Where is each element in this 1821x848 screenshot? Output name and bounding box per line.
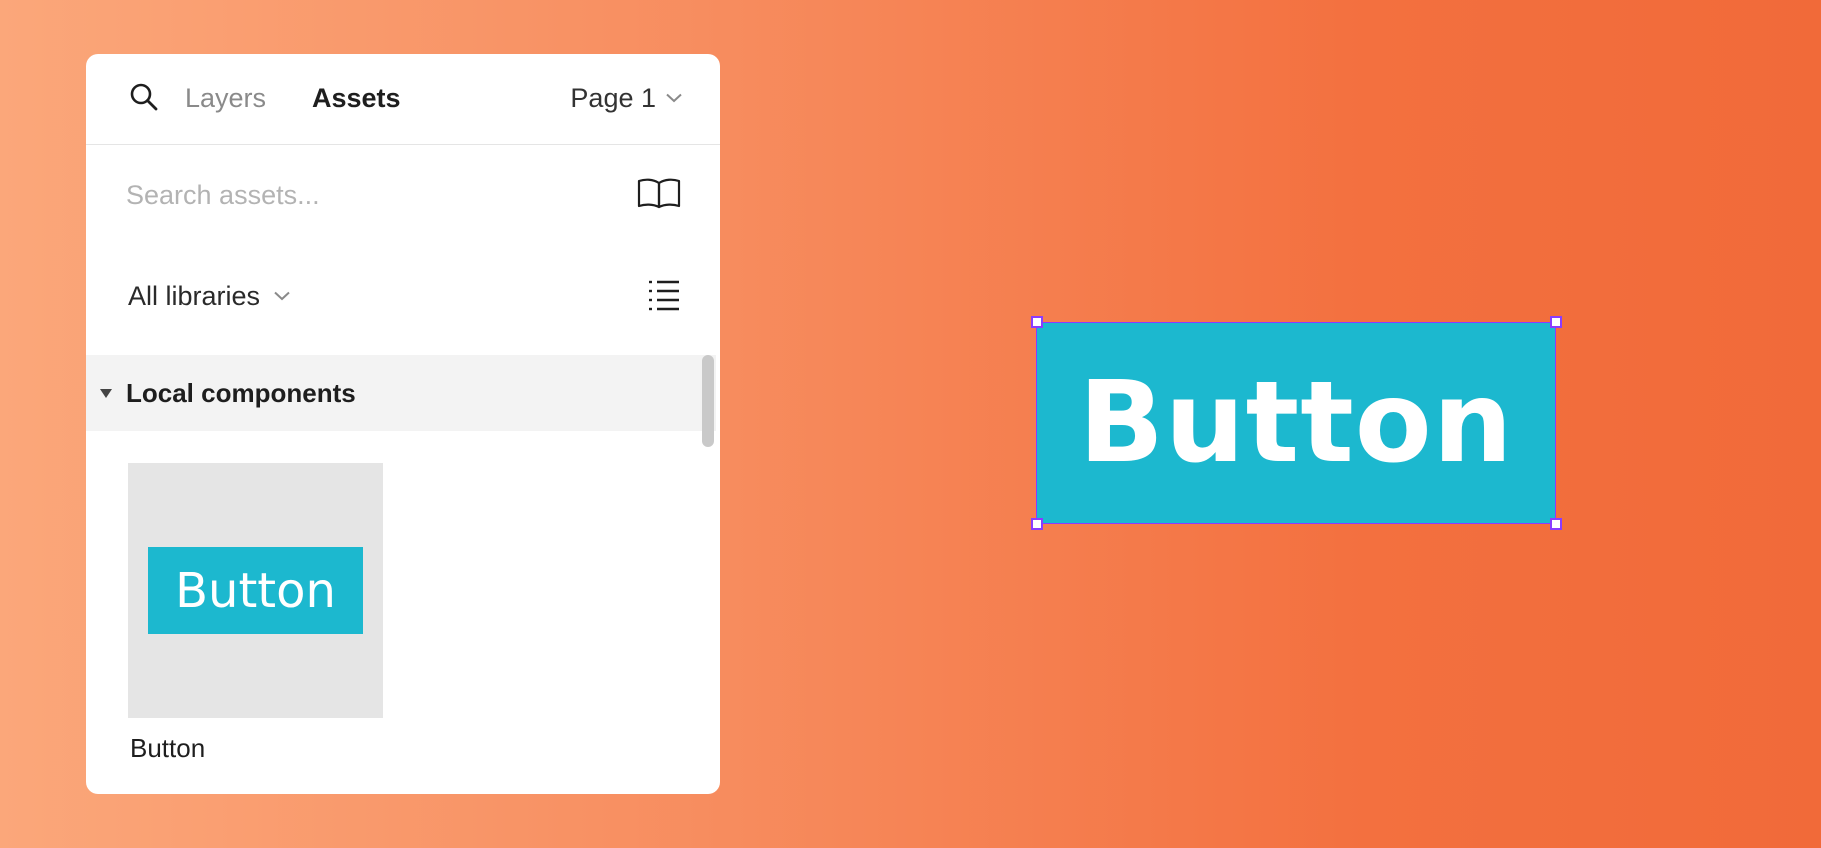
list-view-icon — [649, 280, 679, 311]
library-select[interactable]: All libraries — [128, 278, 290, 314]
tab-layers[interactable]: Layers — [185, 80, 266, 116]
view-toggle-button[interactable] — [644, 275, 684, 315]
asset-preview-button: Button — [148, 547, 363, 634]
asset-item-button[interactable]: Button Button — [128, 463, 383, 763]
library-select-label: All libraries — [128, 281, 261, 311]
book-icon — [637, 178, 681, 209]
section-local-components[interactable]: Local components — [86, 355, 716, 431]
search-icon — [130, 83, 158, 111]
search-assets-input[interactable] — [126, 175, 586, 215]
asset-search-row — [86, 145, 720, 245]
canvas-button-component[interactable]: Button — [1036, 322, 1556, 524]
panel-topbar: Layers Assets Page 1 — [86, 54, 720, 145]
search-button[interactable] — [126, 79, 162, 115]
caret-down-icon — [100, 388, 112, 398]
selection-handle-top-right[interactable] — [1550, 316, 1562, 328]
selection-handle-bottom-right[interactable] — [1550, 518, 1562, 530]
assets-panel: Layers Assets Page 1 All libraries — [86, 54, 720, 794]
section-title: Local components — [126, 377, 356, 408]
asset-name: Button — [130, 733, 206, 763]
asset-thumbnail: Button — [128, 463, 383, 718]
chevron-down-icon — [666, 93, 682, 103]
selection-handle-top-left[interactable] — [1031, 316, 1043, 328]
page-select-label: Page 1 — [570, 83, 656, 113]
page-select[interactable]: Page 1 — [570, 80, 682, 116]
tab-assets[interactable]: Assets — [312, 80, 401, 116]
library-filter-row: All libraries — [86, 245, 720, 345]
selection-handle-bottom-left[interactable] — [1031, 518, 1043, 530]
library-button[interactable] — [636, 173, 682, 213]
chevron-down-icon — [274, 291, 290, 301]
scrollbar-thumb[interactable] — [702, 355, 714, 447]
